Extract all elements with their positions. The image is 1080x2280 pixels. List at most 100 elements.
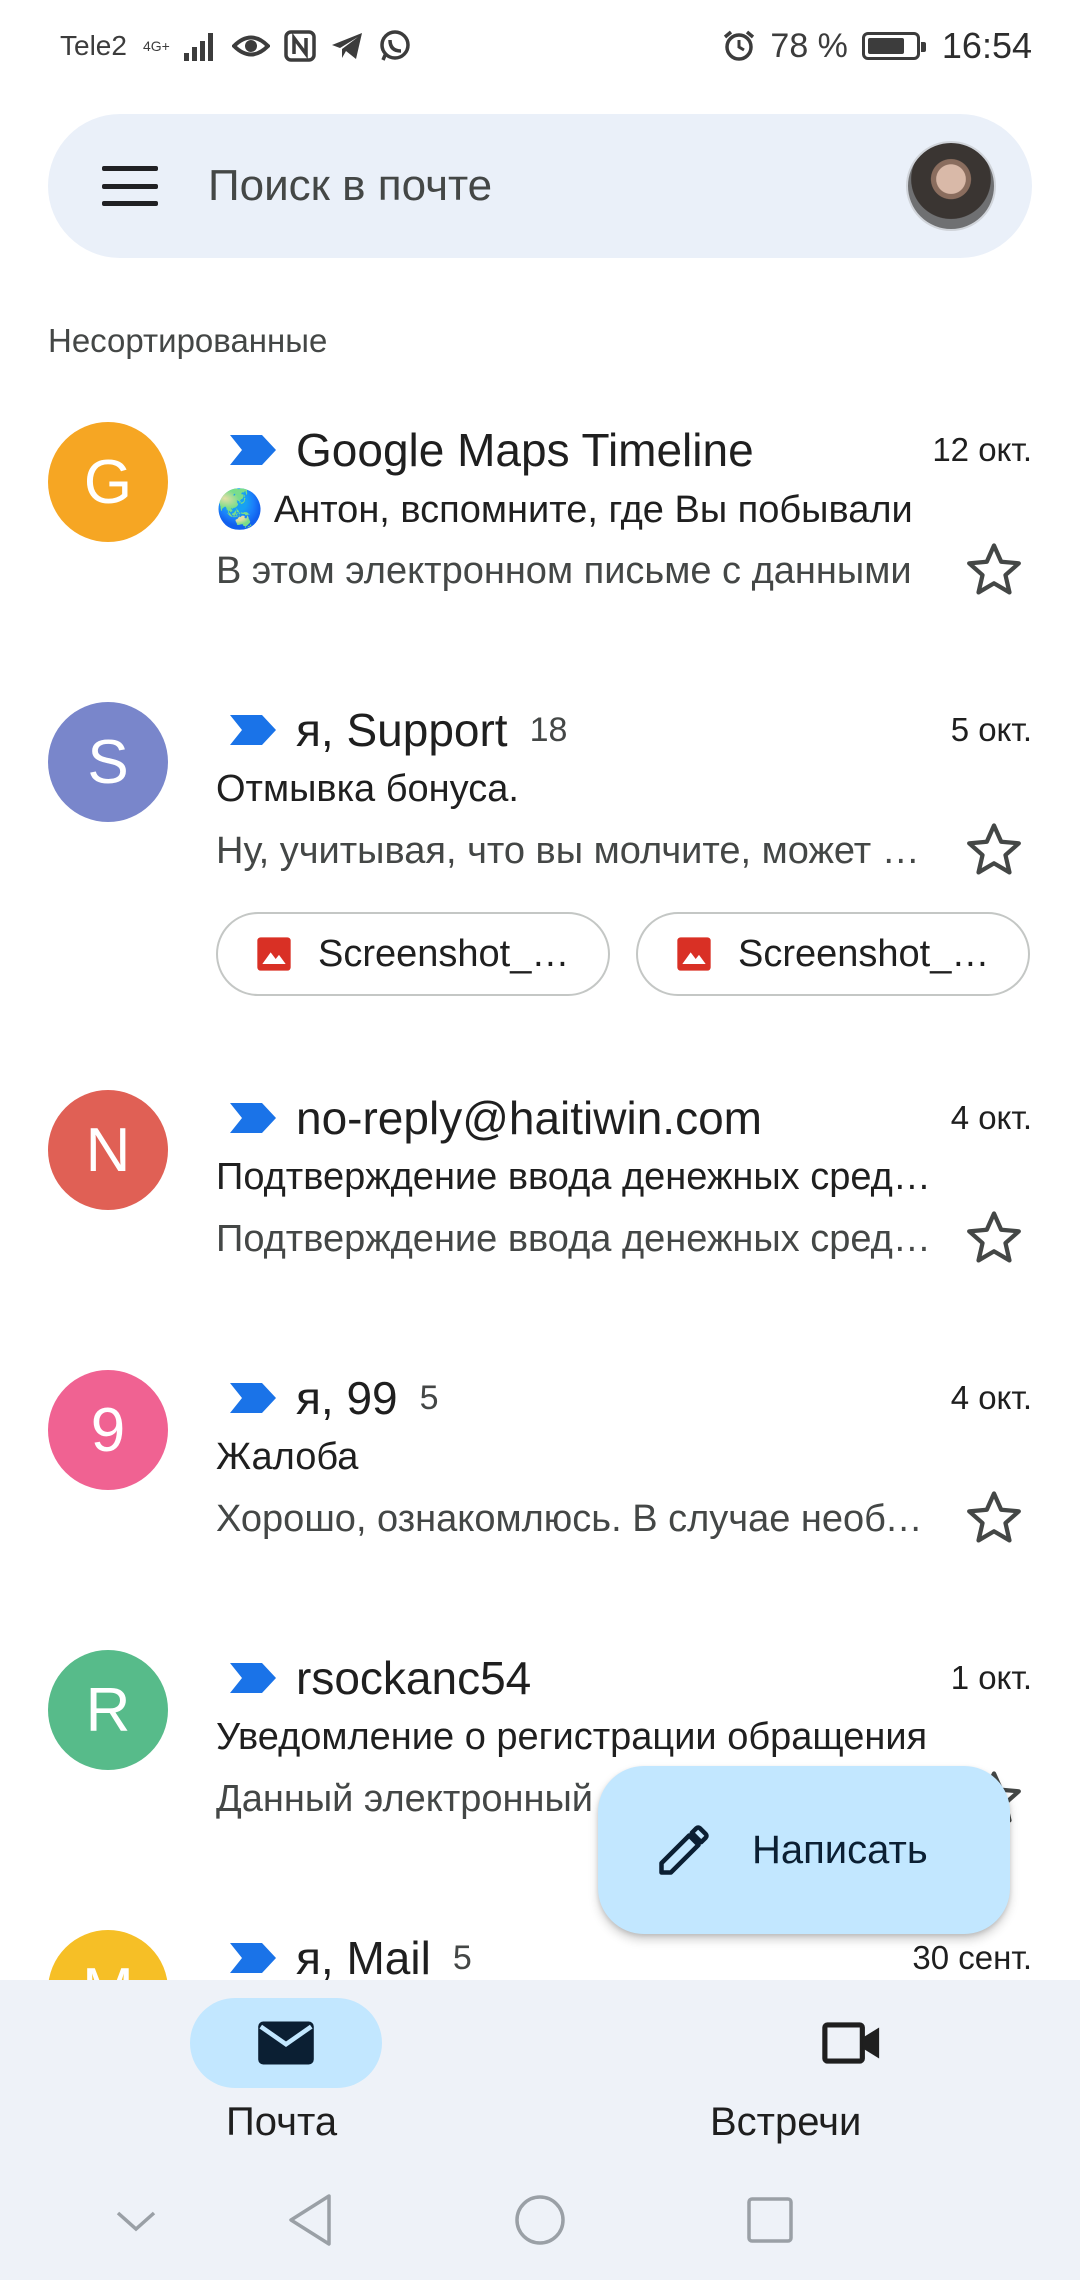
important-marker-icon[interactable] xyxy=(230,1103,276,1133)
home-icon[interactable] xyxy=(508,2188,572,2252)
sender-avatar: 9 xyxy=(48,1370,168,1490)
mail-date: 4 окт. xyxy=(950,1379,1032,1416)
recents-icon[interactable] xyxy=(738,2188,802,2252)
sender-avatar: R xyxy=(48,1650,168,1770)
pencil-icon xyxy=(659,1825,709,1875)
image-icon xyxy=(257,937,291,971)
mail-snippet: Хорошо, ознакомлюсь. В случае необходимо… xyxy=(216,1498,936,1540)
mail-header-row: no-reply@haitiwin.com 4 окт. xyxy=(216,1090,1032,1146)
attachment-chips: Screenshot_20231005 Screenshot_20231005 xyxy=(216,912,1030,996)
mail-snippet: Ну, учитывая, что вы молчите, может быть xyxy=(216,830,936,872)
important-marker-icon[interactable] xyxy=(230,715,276,745)
avatar-letter: M xyxy=(82,1955,134,1981)
thread-count: 5 xyxy=(419,1378,439,1417)
sender-name: Google Maps Timeline xyxy=(296,424,754,476)
attachment-name: Screenshot_20231005 xyxy=(738,932,1004,975)
menu-icon[interactable] xyxy=(102,166,158,206)
mail-header-row: я, Mail 5 30 сент. xyxy=(216,1930,1032,1980)
sender-name: я, Support xyxy=(296,704,508,756)
mail-subject: Жалоба xyxy=(216,1436,359,1478)
envelope-icon xyxy=(258,2021,314,2065)
bottom-navigation: Почта Встречи xyxy=(0,1980,1080,2160)
sender-avatar: N xyxy=(48,1090,168,1210)
eye-icon xyxy=(231,31,270,61)
compose-label: Написать xyxy=(752,1827,928,1872)
star-outline-icon[interactable] xyxy=(962,818,1026,882)
nav-item-mail[interactable]: Почта xyxy=(0,1980,540,2160)
avatar-letter: G xyxy=(83,447,133,517)
mail-date: 12 окт. xyxy=(932,431,1032,468)
sender-name: rsockanc54 xyxy=(296,1652,532,1704)
mail-item[interactable]: 9 я, 99 5 4 окт. Жалоба Хорошо, ознакомл… xyxy=(0,1348,1080,1628)
account-avatar[interactable] xyxy=(906,141,996,231)
mail-snippet: Подтверждение ввода денежных средств xyxy=(216,1218,936,1260)
chevron-down-icon[interactable] xyxy=(104,2188,168,2252)
mail-date: 30 сент. xyxy=(912,1939,1032,1976)
attachment-chip[interactable]: Screenshot_20231005 xyxy=(216,912,610,996)
avatar-letter: 9 xyxy=(90,1395,126,1465)
nav-indicator xyxy=(756,1998,948,2088)
nav-item-meet[interactable]: Встречи xyxy=(540,1980,1080,2160)
status-right: 78 % 16:54 xyxy=(722,25,1032,67)
mail-subject: 🌏 Антон, вспомните, где Вы побывали xyxy=(216,489,913,531)
mail-header-row: я, Support 18 5 окт. xyxy=(216,702,1032,758)
mail-item[interactable]: G Google Maps Timeline 12 окт. 🌏 Антон, … xyxy=(0,400,1080,680)
important-marker-icon[interactable] xyxy=(230,1943,276,1973)
search-input[interactable]: Поиск в почте xyxy=(208,161,906,211)
network-type: 4G+ xyxy=(143,39,170,53)
mail-subject: Отмывка бонуса. xyxy=(216,768,519,810)
nfc-icon xyxy=(284,30,316,62)
network-type-label: 4G+ xyxy=(142,38,170,54)
avatar-letter: R xyxy=(85,1675,131,1745)
status-bar: Tele2 4G+ 78 % 16:54 xyxy=(0,0,1080,92)
star-outline-icon[interactable] xyxy=(962,1486,1026,1550)
section-label: Несортированные xyxy=(48,322,328,359)
mail-date: 1 окт. xyxy=(950,1659,1032,1696)
whatsapp-icon xyxy=(378,29,412,63)
carrier-name: Tele2 xyxy=(60,30,127,61)
battery-fill xyxy=(867,38,904,54)
mail-date: 4 окт. xyxy=(950,1099,1032,1136)
attachment-name: Screenshot_20231005 xyxy=(318,932,584,975)
signal-icon xyxy=(183,31,218,61)
sender-name: я, 99 xyxy=(296,1372,398,1424)
mail-header-row: rsockanc54 1 окт. xyxy=(216,1650,1032,1706)
sender-avatar: S xyxy=(48,702,168,822)
nav-label-mail: Почта xyxy=(226,2100,338,2144)
avatar-letter: S xyxy=(87,727,129,797)
clock: 16:54 xyxy=(941,25,1032,66)
sender-avatar: M xyxy=(48,1930,168,1980)
mail-item[interactable]: N no-reply@haitiwin.com 4 окт. Подтвержд… xyxy=(0,1068,1080,1348)
important-marker-icon[interactable] xyxy=(230,1663,276,1693)
back-icon[interactable] xyxy=(278,2188,342,2252)
status-left: Tele2 4G+ xyxy=(60,29,412,63)
sender-name: no-reply@haitiwin.com xyxy=(296,1092,762,1144)
important-marker-icon[interactable] xyxy=(230,1383,276,1413)
nav-label-meet: Встречи xyxy=(710,2100,862,2144)
sender-name: я, Mail xyxy=(296,1932,431,1980)
mail-header-row: я, 99 5 4 окт. xyxy=(216,1370,1032,1426)
mail-date: 5 окт. xyxy=(950,711,1032,748)
mail-header-row: Google Maps Timeline 12 окт. xyxy=(216,422,1032,478)
star-outline-icon[interactable] xyxy=(962,538,1026,602)
mail-subject: Подтверждение ввода денежных средств xyxy=(216,1156,936,1198)
star-outline-icon[interactable] xyxy=(962,1206,1026,1270)
battery-icon xyxy=(861,32,926,60)
system-navigation-bar xyxy=(0,2160,1080,2280)
attachment-chip[interactable]: Screenshot_20231005 xyxy=(636,912,1030,996)
mail-item[interactable]: S я, Support 18 5 окт. Отмывка бонуса. Н… xyxy=(0,680,1080,1068)
thread-count: 18 xyxy=(529,710,568,749)
mail-subject: Уведомление о регистрации обращения xyxy=(216,1716,928,1758)
image-icon xyxy=(677,937,711,971)
mail-snippet: В этом электронном письме с данными xyxy=(216,550,912,592)
sender-avatar: G xyxy=(48,422,168,542)
alarm-icon xyxy=(722,29,756,63)
thread-count: 5 xyxy=(452,1938,472,1977)
search-bar[interactable]: Поиск в почте xyxy=(48,114,1032,258)
nav-indicator xyxy=(190,1998,382,2088)
telegram-icon xyxy=(330,31,364,61)
avatar-letter: N xyxy=(85,1115,131,1185)
important-marker-icon[interactable] xyxy=(230,435,276,465)
battery-percent: 78 % xyxy=(770,26,848,65)
compose-button[interactable]: Написать xyxy=(598,1766,1010,1934)
